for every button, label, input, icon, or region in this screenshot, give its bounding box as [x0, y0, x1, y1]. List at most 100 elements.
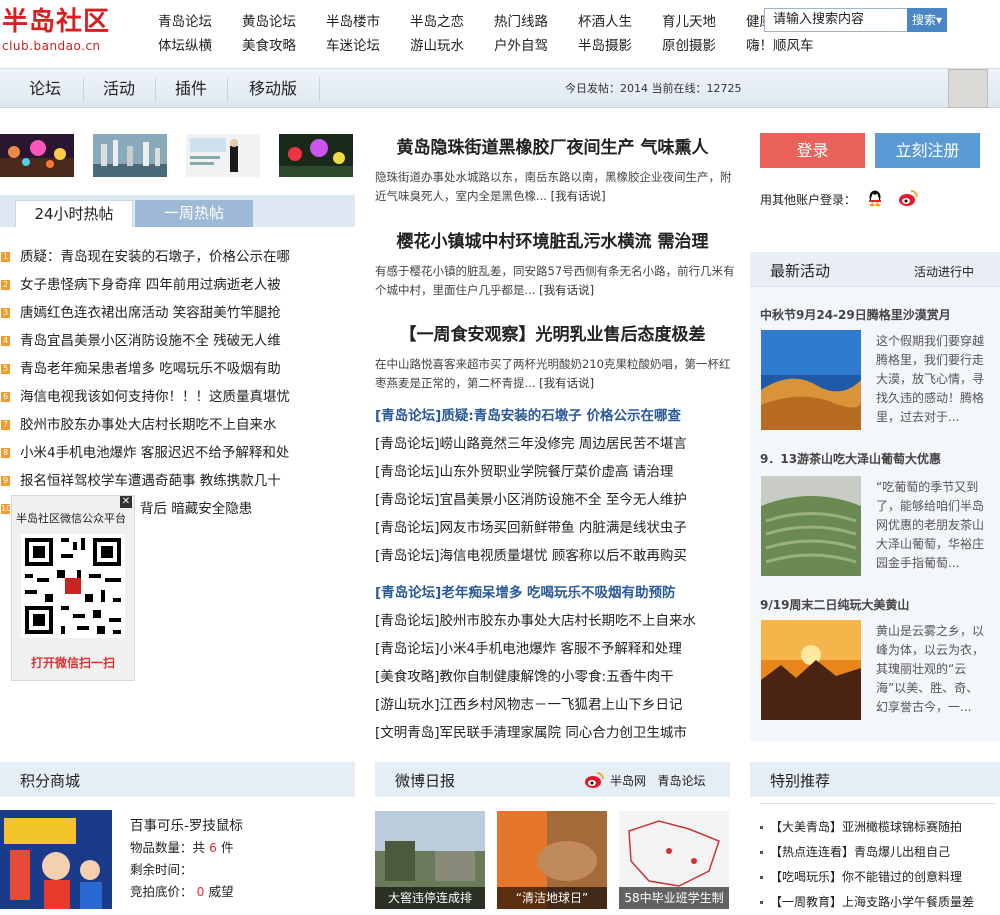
- nav-tab-activity[interactable]: 活动: [83, 69, 155, 109]
- top-nav-link[interactable]: 游山玩水: [410, 34, 494, 54]
- weibo-link[interactable]: 青岛论坛: [657, 774, 705, 788]
- site-logo[interactable]: 半岛社区 club.bandao.cn: [2, 6, 122, 52]
- recommend-item[interactable]: 【吃喝玩乐】你不能错过的创意料理: [760, 865, 995, 890]
- recommend-item[interactable]: 【热点连连看】青岛爆儿出租自己: [760, 840, 995, 865]
- top-nav-link[interactable]: 嗨！顺风车: [746, 34, 830, 54]
- hot-post-item[interactable]: 9 报名恒祥驾校学车遭遇奇葩事 教练携款几十: [0, 467, 355, 495]
- hot-post-title: 女子患怪病下身奇痒 四年前用过病逝老人被: [20, 277, 281, 293]
- hot-posts-list: 1 质疑：青岛现在安装的石墩子，价格公示在哪 2 女子患怪病下身奇痒 四年前用过病逝…: [0, 243, 355, 523]
- shop-header: 积分商城: [0, 762, 355, 797]
- tab-weekly-hot[interactable]: 一周热帖: [135, 200, 253, 227]
- hot-post-item[interactable]: 4 青岛宜昌美景小区消防设施不全 残破无人维: [0, 327, 355, 355]
- slider-thumbnail-flowers[interactable]: [279, 134, 353, 177]
- bid-label: 竞拍底价：: [130, 884, 193, 899]
- headline-summary: 在中山路悦喜客来超市买了两杯光明酸奶210克果粒酸奶唱，第一杯红枣燕麦是正常的，…: [375, 355, 735, 393]
- tab-24h-hot[interactable]: 24小时热帖: [15, 200, 133, 227]
- activity-title[interactable]: 9/19周末二日纯玩大美黄山: [760, 596, 909, 613]
- nav-tab-forum[interactable]: 论坛: [0, 69, 90, 109]
- news-item[interactable]: [青岛论坛]网友市场买回新鲜带鱼 内脏满是线状虫子: [375, 514, 735, 542]
- news-item[interactable]: [青岛论坛]山东外贸职业学院餐厅菜价虚高 请治理: [375, 458, 735, 486]
- comment-link[interactable]: [我有话说]: [551, 189, 606, 203]
- weibo-photo[interactable]: 大窖违停连成排: [375, 811, 485, 909]
- search-button[interactable]: 搜索▾: [907, 8, 947, 32]
- activity-image-huangshan-sunset[interactable]: [761, 620, 861, 720]
- shop-item-title[interactable]: 百事可乐-罗技鼠标: [130, 815, 243, 837]
- weibo-icon[interactable]: [584, 771, 604, 789]
- rank-badge: 1: [1, 252, 10, 262]
- nav-tab-mobile[interactable]: 移动版: [227, 69, 319, 109]
- weibo-photo[interactable]: 58中毕业班学生制: [619, 811, 729, 909]
- hot-post-title: 质疑：青岛现在安装的石墩子，价格公示在哪: [20, 249, 290, 265]
- weibo-icon[interactable]: [898, 189, 918, 207]
- news-item[interactable]: [青岛论坛]小米4手机电池爆炸 客服不予解释和处理: [375, 635, 735, 663]
- weibo-photo[interactable]: “清洁地球日”: [497, 811, 607, 909]
- hot-post-item[interactable]: 6 海信电视我该如何支持你！！！这质量真堪忧: [0, 383, 355, 411]
- activity-image-tea-hills[interactable]: [761, 476, 861, 576]
- top-nav-link[interactable]: 半岛楼市: [326, 10, 410, 30]
- news-item[interactable]: [青岛论坛]宜昌美景小区消防设施不全 至今无人维护: [375, 486, 735, 514]
- site-stats: 今日发帖：2014 当前在线：12725: [565, 82, 742, 95]
- hot-posts-tabs: 24小时热帖 一周热帖: [0, 195, 355, 227]
- news-item[interactable]: [青岛论坛]崂山路竟然三年没修完 周边居民苦不堪言: [375, 430, 735, 458]
- news-item[interactable]: [青岛论坛]质疑:青岛安装的石墩子 价格公示在哪查: [375, 402, 735, 430]
- recommend-header: 特别推荐: [750, 762, 1000, 797]
- rank-badge: 4: [1, 336, 10, 346]
- login-button[interactable]: 登录: [760, 133, 865, 168]
- top-nav-link[interactable]: 原创摄影: [662, 34, 746, 54]
- recommend-item[interactable]: 【大美青岛】亚洲橄榄球锦标赛随拍: [760, 815, 995, 840]
- user-avatar-placeholder[interactable]: [948, 69, 988, 108]
- headline-title[interactable]: 黄岛隐珠街道黑橡胶厂夜间生产 气味熏人: [375, 133, 730, 158]
- top-nav-link[interactable]: 户外自驾: [494, 34, 578, 54]
- top-nav-link[interactable]: 半岛之恋: [410, 10, 494, 30]
- comment-link[interactable]: [我有话说]: [539, 283, 594, 297]
- rank-badge: 2: [1, 280, 10, 290]
- slider-thumbnail-skyline[interactable]: [93, 134, 167, 177]
- activity-desc: 这个假期我们要穿越腾格里，我们要行走大漠，放飞心情，寻找久违的感动！腾格里，过去…: [876, 334, 985, 424]
- top-nav-link[interactable]: 育儿天地: [662, 10, 746, 30]
- hot-post-item[interactable]: 2 女子患怪病下身奇痒 四年前用过病逝老人被: [0, 271, 355, 299]
- top-forum-nav: 青岛论坛 黄岛论坛 半岛楼市 半岛之恋 热门线路 杯酒人生 育儿天地 健康沙龙 …: [158, 8, 838, 56]
- recommend-item[interactable]: 【一周教育】上海支路小学午餐质量差: [760, 890, 995, 915]
- shop-item-image[interactable]: [0, 810, 112, 909]
- qty-value: 6: [209, 840, 217, 855]
- hot-post-item[interactable]: 5 青岛老年痴呆患者增多 吃喝玩乐不吸烟有助: [0, 355, 355, 383]
- news-item[interactable]: [美食攻略]教你自制健康解馋的小零食:五香牛肉干: [375, 663, 735, 691]
- headline-title[interactable]: 樱花小镇城中村环境脏乱污水横流 需治理: [375, 227, 730, 252]
- headline-title[interactable]: 【一周食安观察】光明乳业售后态度极差: [375, 320, 730, 345]
- headline-summary: 有感于樱花小镇的脏乱差，同安路57号西侧有条无名小路，前行几米有个城中村，里面住…: [375, 262, 735, 300]
- comment-link[interactable]: [我有话说]: [539, 376, 594, 390]
- register-button[interactable]: 立刻注册: [875, 133, 980, 168]
- news-item[interactable]: [青岛论坛]胶州市胶东办事处大店村长期吃不上自来水: [375, 607, 735, 635]
- slider-thumbnail-night-lights[interactable]: [0, 134, 74, 177]
- news-item[interactable]: [青岛论坛]海信电视质量堪忧 顾客称以后不敢再购买: [375, 542, 735, 570]
- top-nav-link[interactable]: 体坛纵横: [158, 34, 242, 54]
- top-nav-link[interactable]: 青岛论坛: [158, 10, 242, 30]
- qq-icon[interactable]: [866, 189, 884, 207]
- weibo-link[interactable]: 半岛网: [610, 774, 646, 788]
- headline-summary: 隐珠街道办事处水城路以东，南岳东路以南，黑橡胶企业夜间生产，附近气味臭死人，室内…: [375, 168, 735, 206]
- news-item[interactable]: [青岛论坛]老年痴呆增多 吃喝玩乐不吸烟有助预防: [375, 579, 735, 607]
- hot-post-item[interactable]: 7 胶州市胶东办事处大店村长期吃不上自来水: [0, 411, 355, 439]
- activities-panel: 最新活动 活动进行中 中秋节9月24-29日腾格里沙漠赏月 这个假期我们要穿越腾…: [750, 252, 1000, 742]
- hot-post-title: 青岛老年痴呆患者增多 吃喝玩乐不吸烟有助: [20, 361, 281, 377]
- top-nav-link[interactable]: 热门线路: [494, 10, 578, 30]
- top-nav-link[interactable]: 半岛摄影: [578, 34, 662, 54]
- news-item[interactable]: [文明青岛]军民联手清理家属院 同心合力创卫生城市: [375, 719, 735, 747]
- hot-post-item[interactable]: 1 质疑：青岛现在安装的石墩子，价格公示在哪: [0, 243, 355, 271]
- top-nav-link[interactable]: 杯酒人生: [578, 10, 662, 30]
- activity-image-desert[interactable]: [761, 330, 861, 430]
- hot-post-title: 报名恒祥驾校学车遭遇奇葩事 教练携款几十: [20, 473, 281, 489]
- slider-thumbnail-event[interactable]: [186, 134, 260, 177]
- hot-post-item[interactable]: 8 小米4手机电池爆炸 客服迟迟不给予解释和处: [0, 439, 355, 467]
- news-item[interactable]: [游山玩水]江西乡村风物志－一飞狐君上山下乡日记: [375, 691, 735, 719]
- activity-title[interactable]: 9．13游茶山吃大泽山葡萄大优惠: [760, 450, 941, 467]
- hot-post-item[interactable]: 3 唐嫣红色连衣裙出席活动 笑容甜美竹竿腿抢: [0, 299, 355, 327]
- top-nav-link[interactable]: 黄岛论坛: [242, 10, 326, 30]
- top-nav-link[interactable]: 车迷论坛: [326, 34, 410, 54]
- shop-title: 积分商城: [20, 772, 81, 790]
- top-nav-link[interactable]: 美食攻略: [242, 34, 326, 54]
- search-input[interactable]: 请输入搜索内容: [764, 8, 908, 32]
- nav-tab-plugins[interactable]: 插件: [155, 69, 227, 109]
- close-icon[interactable]: ✕: [120, 496, 132, 508]
- activity-title[interactable]: 中秋节9月24-29日腾格里沙漠赏月: [760, 306, 951, 323]
